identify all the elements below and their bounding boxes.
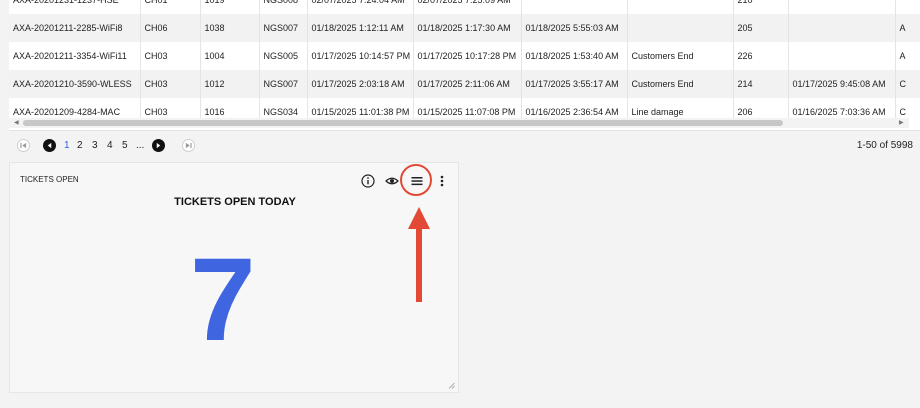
table-cell: 01/18/2025 5:55:03 AM [521, 14, 628, 42]
table-cell: CH01 [140, 0, 201, 14]
info-button[interactable] [360, 173, 376, 189]
vertical-ellipsis-icon [440, 175, 444, 187]
table-cell: CH03 [140, 42, 201, 70]
table-cell [627, 0, 734, 14]
chevron-left-icon [47, 142, 52, 149]
pagination-bar: 1 2 3 4 5 ... 1-50 of 5998 [9, 130, 920, 157]
eye-icon [385, 177, 399, 185]
page-ellipsis[interactable]: ... [136, 139, 144, 152]
page-link-2[interactable]: 2 [77, 139, 83, 152]
table-cell: 1019 [200, 0, 260, 14]
table-cell: 01/17/2025 10:17:28 PM [413, 42, 522, 70]
tickets-table-body: AXA-20201231-1237-HSE CH01 1019 NGS008 02/07… [9, 0, 920, 134]
table-cell: Customers End [627, 70, 734, 98]
annotation-highlight-circle [400, 164, 432, 196]
table-cell [627, 14, 734, 42]
table-row[interactable]: AXA-20201231-1237-HSE CH01 1019 NGS008 02/07… [9, 0, 920, 14]
widget-subtitle: TICKETS OPEN TODAY [174, 196, 296, 208]
annotation-arrow-shaft [416, 228, 422, 302]
table-cell: 01/17/2025 2:03:18 AM [307, 70, 414, 98]
table-cell: 01/18/2025 1:17:30 AM [413, 14, 522, 42]
first-page-button[interactable] [17, 139, 30, 152]
page-link-1[interactable]: 1 [64, 139, 70, 152]
table-cell: NGS007 [259, 70, 308, 98]
table-cell: 1038 [200, 14, 260, 42]
table-cell: AXA-20201211-3354-WiFi11 [9, 42, 141, 70]
table-cell: 02/07/2025 7:25:09 AM [413, 0, 522, 14]
table-cell: AXA-20201210-3590-WLESS [9, 70, 141, 98]
resize-handle-icon[interactable] [448, 382, 455, 389]
table-cell: 01/17/2025 10:14:57 PM [307, 42, 414, 70]
horizontal-scrollbar[interactable]: ◀ ▶ [9, 118, 909, 128]
last-page-icon [185, 142, 192, 149]
first-page-icon [20, 142, 27, 149]
tickets-open-count: 7 [190, 234, 256, 366]
scroll-left-icon[interactable]: ◀ [14, 119, 19, 126]
table-cell: C [895, 70, 920, 98]
table-cell: A [895, 42, 920, 70]
tickets-open-widget: TICKETS OPEN TICKETS OPEN TODAY 7 [9, 162, 459, 393]
table-cell: AXA-20201231-1237-HSE [9, 0, 141, 14]
table-cell [788, 0, 896, 14]
table-cell: CH06 [140, 14, 201, 42]
tickets-grid: AXA-20201231-1237-HSE CH01 1019 NGS008 02/07… [9, 0, 920, 126]
table-cell: NGS005 [259, 42, 308, 70]
table-cell: 01/17/2025 9:45:08 AM [788, 70, 896, 98]
last-page-button[interactable] [182, 139, 195, 152]
table-cell: 01/17/2025 2:11:06 AM [413, 70, 522, 98]
table-row[interactable]: AXA-20201210-3590-WLESS CH03 1012 NGS007 01/… [9, 70, 920, 98]
table-cell: NGS008 [259, 0, 308, 14]
table-cell [895, 0, 920, 14]
table-cell: CH03 [140, 70, 201, 98]
table-cell: 01/18/2025 1:53:40 AM [521, 42, 628, 70]
record-count: 1-50 of 5998 [856, 140, 913, 151]
page-link-5[interactable]: 5 [122, 139, 128, 152]
info-icon [361, 174, 375, 188]
page-link-4[interactable]: 4 [107, 139, 113, 152]
view-button[interactable] [384, 173, 400, 189]
table-cell: 226 [733, 42, 789, 70]
table-cell: 01/17/2025 3:55:17 AM [521, 70, 628, 98]
table-cell: AXA-20201211-2285-WiFi8 [9, 14, 141, 42]
table-cell: 02/07/2025 7:24:04 AM [307, 0, 414, 14]
table-cell: A [895, 14, 920, 42]
scrollbar-thumb[interactable] [23, 120, 783, 126]
table-cell: NGS007 [259, 14, 308, 42]
table-row[interactable]: AXA-20201211-3354-WiFi11 CH03 1004 NGS005 01… [9, 42, 920, 70]
table-cell: 01/18/2025 1:12:11 AM [307, 14, 414, 42]
table-cell: 205 [733, 14, 789, 42]
table-cell [788, 42, 896, 70]
table-cell [521, 0, 628, 14]
table-cell: Customers End [627, 42, 734, 70]
more-options-button[interactable] [434, 173, 450, 189]
table-cell: 1004 [200, 42, 260, 70]
prev-page-button[interactable] [43, 139, 56, 152]
annotation-arrow-head [408, 207, 430, 229]
table-cell: 210 [733, 0, 789, 14]
scroll-right-icon[interactable]: ▶ [899, 119, 904, 126]
table-cell: 214 [733, 70, 789, 98]
chevron-right-icon [156, 142, 161, 149]
page-link-3[interactable]: 3 [92, 139, 98, 152]
table-row[interactable]: AXA-20201211-2285-WiFi8 CH06 1038 NGS007 01/… [9, 14, 920, 42]
table-cell: 1012 [200, 70, 260, 98]
table-cell [788, 14, 896, 42]
tickets-table: AXA-20201231-1237-HSE CH01 1019 NGS008 02/07… [9, 0, 920, 157]
next-page-button[interactable] [152, 139, 165, 152]
widget-title: TICKETS OPEN [20, 175, 79, 184]
